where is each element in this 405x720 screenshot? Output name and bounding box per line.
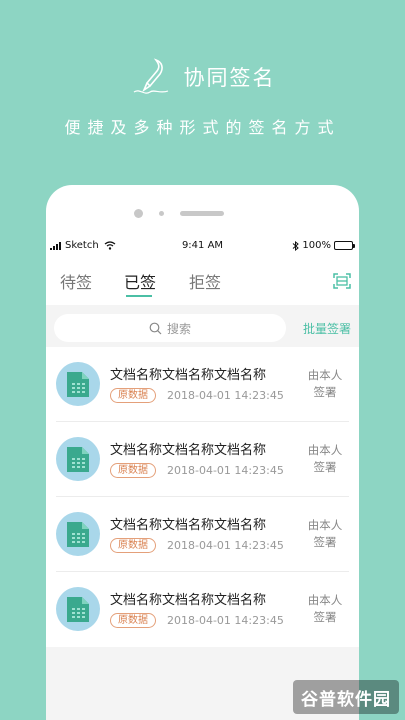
signer-line1: 由本人 [307,368,343,382]
status-bar: Sketch 9:41 AM 100% [46,240,359,254]
signer-line1: 由本人 [307,593,343,607]
list-item[interactable]: 文档名称文档名称文档名称 原数据 2018-04-01 14:23:45 由本人… [56,347,349,422]
status-badge: 原数据 [110,463,156,478]
list-item[interactable]: 文档名称文档名称文档名称 原数据 2018-04-01 14:23:45 由本人… [56,422,349,497]
signer-label: 由本人 签署 [301,367,349,401]
document-list: 文档名称文档名称文档名称 原数据 2018-04-01 14:23:45 由本人… [46,347,359,647]
document-time: 2018-04-01 14:23:45 [167,389,284,402]
document-icon [56,437,100,481]
signer-line1: 由本人 [307,443,343,457]
app-title: 协同签名 [183,66,276,90]
tab-bar: 待签 已签 拒签 [46,269,359,303]
promo-header: 协同签名 便捷及多种形式的签名方式 [0,0,405,185]
signer-label: 由本人 签署 [301,442,349,476]
signer-line1: 由本人 [307,518,343,532]
document-time: 2018-04-01 14:23:45 [167,464,284,477]
list-item[interactable]: 文档名称文档名称文档名称 原数据 2018-04-01 14:23:45 由本人… [56,572,349,647]
tab-rejected[interactable]: 拒签 [189,269,221,293]
quill-pen-icon [133,58,168,94]
status-badge: 原数据 [110,388,156,403]
signer-line2: 签署 [313,385,337,399]
search-row: 搜索 批量签署 [54,314,351,342]
document-icon [56,587,100,631]
status-badge: 原数据 [110,613,156,628]
tagline: 便捷及多种形式的签名方式 [64,118,341,137]
signer-label: 由本人 签署 [301,517,349,551]
content-area: 搜索 批量签署 文档名称文档名称文档名称 原数据 2018-04-01 14:2… [46,305,359,720]
active-tab-indicator [126,295,152,297]
signer-line2: 签署 [313,460,337,474]
signer-line2: 签署 [313,535,337,549]
search-placeholder: 搜索 [166,321,191,336]
sensor-dot [159,211,164,216]
signer-label: 由本人 签署 [301,592,349,626]
battery-percent: 100% [302,240,331,251]
list-item[interactable]: 文档名称文档名称文档名称 原数据 2018-04-01 14:23:45 由本人… [56,497,349,572]
phone-bezel [46,185,359,233]
signer-line2: 签署 [313,610,337,624]
document-icon [56,512,100,556]
search-input[interactable]: 搜索 [54,314,286,342]
battery-icon [334,241,355,250]
document-title: 文档名称文档名称文档名称 [110,368,267,383]
speaker-grille [180,211,224,216]
document-icon [56,362,100,406]
status-badge: 原数据 [110,538,156,553]
document-time: 2018-04-01 14:23:45 [167,539,284,552]
phone-mockup: Sketch 9:41 AM 100% 待签 已签 拒签 搜索 批量签署 文档名… [46,185,359,720]
scan-icon[interactable] [333,273,351,289]
site-watermark: 谷普软件园 [293,680,399,714]
tab-signed[interactable]: 已签 [124,269,156,293]
search-icon [149,322,162,334]
bluetooth-icon [293,240,300,251]
tab-pending[interactable]: 待签 [60,269,92,293]
status-right: 100% [292,240,355,251]
document-time: 2018-04-01 14:23:45 [167,614,284,627]
document-title: 文档名称文档名称文档名称 [110,518,267,533]
camera-dot [134,209,143,218]
brand: 协同签名 [0,56,405,98]
document-title: 文档名称文档名称文档名称 [110,593,267,608]
document-title: 文档名称文档名称文档名称 [110,443,267,458]
batch-sign-button[interactable]: 批量签署 [303,320,351,337]
